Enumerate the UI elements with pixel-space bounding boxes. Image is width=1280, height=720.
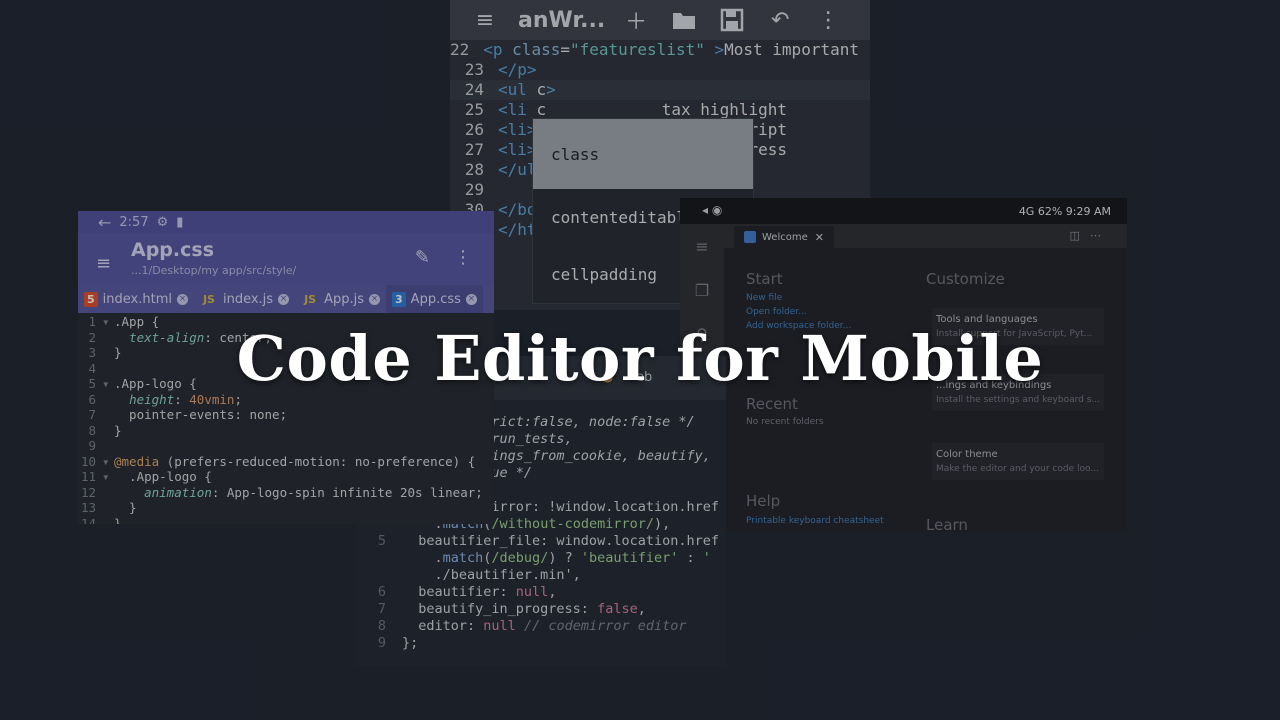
save-icon[interactable] <box>719 7 745 33</box>
file-title: App.css <box>131 239 215 261</box>
headline: Code Editor for Mobile <box>236 322 1044 395</box>
close-icon[interactable]: × <box>278 293 290 305</box>
app-title: anWr... <box>518 7 606 33</box>
status-time: 2:57 <box>119 214 149 230</box>
top-editor-toolbar: ≡ anWr... ＋ ↶ ⋮ <box>450 0 870 40</box>
editor-tab-bar: Welcome ✕ ◫⋯ <box>724 224 1127 248</box>
more-icon[interactable]: ⋮ <box>454 247 472 268</box>
phone-status-bar: ◂ ◉ 4G 62% 9:29 AM <box>680 198 1127 224</box>
tab-label: Welcome <box>762 231 808 243</box>
menu-icon[interactable]: ≡ <box>472 7 498 33</box>
file-path: ...1/Desktop/my app/src/style/ <box>131 264 297 277</box>
back-arrow-icon[interactable]: ← <box>98 213 111 232</box>
undo-icon[interactable]: ↶ <box>767 7 793 33</box>
js-icon: JS <box>304 292 317 306</box>
sd-card-icon: ▮ <box>176 214 184 230</box>
new-file-link[interactable]: New file <box>746 291 782 305</box>
file-tabs: 5 index.html × JS index.js × JS App.js ×… <box>78 285 494 313</box>
tab-app-css[interactable]: 3 App.css × <box>386 285 483 313</box>
code-line: 24 <ul c> <box>450 80 870 100</box>
close-icon[interactable]: ✕ <box>815 231 824 244</box>
card-title: Color theme <box>936 449 998 460</box>
close-icon[interactable]: × <box>176 293 188 305</box>
learn-heading: Learn <box>926 516 968 532</box>
html5-icon: 5 <box>84 291 98 307</box>
card-desc: Make the editor and your code loo... <box>936 464 1099 474</box>
phone-status-bar: ← 2:57 ⚙ ▮ <box>78 211 494 233</box>
cheatsheet-link[interactable]: Printable keyboard cheatsheet <box>746 514 884 528</box>
help-heading: Help <box>746 492 781 510</box>
color-theme-card[interactable]: Color theme Make the editor and your cod… <box>932 443 1104 480</box>
edit-icon[interactable]: ✎ <box>415 247 430 268</box>
add-icon[interactable]: ＋ <box>623 7 649 35</box>
code-line: 23 </p> <box>464 60 537 79</box>
split-editor-icon[interactable]: ◫⋯ <box>1070 229 1111 242</box>
tab-label: index.html <box>102 291 172 307</box>
folder-icon[interactable] <box>671 7 697 33</box>
code-line: 25 <li c tax highlight <box>464 100 787 119</box>
tab-label: App.css <box>410 291 461 307</box>
menu-icon[interactable]: ≡ <box>680 224 724 268</box>
customize-heading: Customize <box>926 270 1005 288</box>
status-right-text: 4G 62% 9:29 AM <box>1018 204 1111 218</box>
tab-index-html[interactable]: 5 index.html × <box>78 285 194 313</box>
recent-heading: Recent <box>746 395 798 413</box>
start-heading: Start <box>746 270 783 288</box>
close-icon[interactable]: × <box>369 293 381 305</box>
explorer-icon[interactable]: ❐ <box>680 268 724 312</box>
vscode-icon <box>744 231 756 243</box>
menu-icon[interactable]: ≡ <box>96 253 111 274</box>
no-recent-text: No recent folders <box>746 417 824 427</box>
js-icon: JS <box>202 292 215 306</box>
tab-index-js[interactable]: JS index.js × <box>194 285 295 313</box>
close-icon[interactable]: × <box>465 293 477 305</box>
autocomplete-option[interactable]: class <box>533 119 753 189</box>
settings-icon: ⚙ <box>156 214 169 230</box>
app-bar: ≡ App.css ...1/Desktop/my app/src/style/… <box>78 233 494 285</box>
card-desc: Install the settings and keyboard s... <box>936 395 1101 405</box>
css3-icon: 3 <box>392 291 406 307</box>
tab-welcome[interactable]: Welcome ✕ <box>734 226 834 248</box>
code-line: 22 <p class="featureslist" >Most importan… <box>450 40 870 59</box>
tab-app-js[interactable]: JS App.js × <box>295 285 386 313</box>
tab-label: index.js <box>222 291 274 307</box>
more-icon[interactable]: ⋮ <box>815 7 841 33</box>
tab-label: App.js <box>324 291 365 307</box>
status-left-icons: ◂ ◉ <box>702 203 723 217</box>
open-folder-link[interactable]: Open folder... <box>746 305 807 319</box>
